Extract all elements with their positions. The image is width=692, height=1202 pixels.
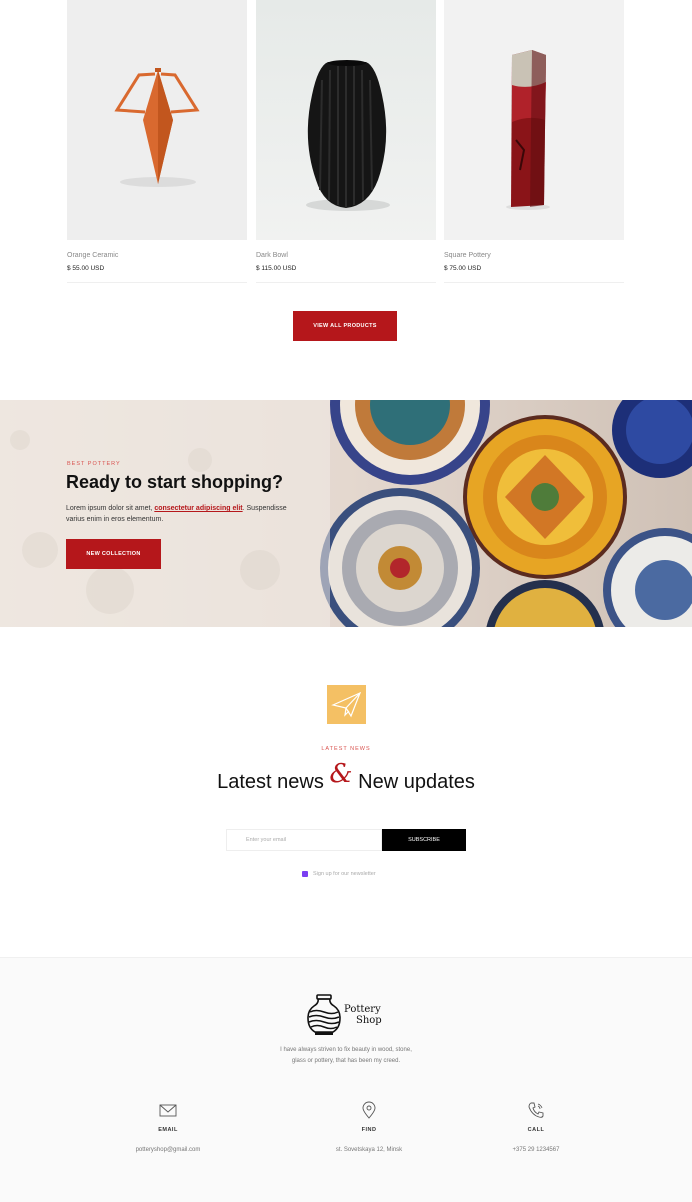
shopping-banner: BEST POTTERY Ready to start shopping? Lo…: [0, 400, 692, 627]
logo-text[interactable]: Pottery Shop: [344, 1004, 382, 1026]
envelope-icon: [159, 1104, 177, 1117]
footer: Pottery Shop I have always striven to fi…: [0, 957, 692, 1202]
banner-eyebrow: BEST POTTERY: [67, 461, 121, 467]
newsletter-section: LATEST NEWS Latest news & New updates En…: [0, 627, 692, 957]
tagline-line: glass or pottery, that has been my creed…: [291, 1058, 401, 1064]
product-name[interactable]: Square Pottery: [444, 252, 491, 259]
email-link[interactable]: potteryshop@gmail.com: [108, 1147, 228, 1153]
contact-title: FIND: [361, 1127, 377, 1133]
address-link[interactable]: st. Sovetskaya 12, Minsk: [309, 1147, 429, 1153]
divider: [256, 282, 436, 283]
view-all-products-button[interactable]: VIEW ALL PRODUCTS: [293, 311, 397, 341]
contact-title: CALL: [527, 1127, 545, 1133]
product-card[interactable]: Dark Bowl $ 115.00 USD: [256, 0, 436, 283]
map-pin-icon: [362, 1101, 376, 1119]
contact-find: FIND st. Sovetskaya 12, Minsk: [309, 1101, 429, 1153]
new-collection-button[interactable]: NEW COLLECTION: [66, 539, 161, 569]
ampersand: &: [329, 759, 353, 789]
news-heading: Latest news & New updates: [0, 759, 692, 795]
subscribe-button[interactable]: SUBSCRIBE: [382, 829, 466, 851]
phone-icon: [528, 1102, 544, 1118]
product-card[interactable]: Orange Ceramic $ 55.00 USD: [67, 0, 247, 283]
product-price: $ 75.00 USD: [444, 265, 482, 272]
logo-line: Pottery: [344, 1004, 381, 1015]
divider: [444, 282, 624, 283]
product-name[interactable]: Dark Bowl: [256, 252, 288, 259]
newsletter-checkbox-label[interactable]: Sign up for our newsletter: [313, 871, 376, 877]
product-image[interactable]: [256, 0, 436, 240]
paper-plane-icon: [327, 685, 366, 724]
contact-title: EMAIL: [158, 1127, 178, 1133]
news-heading-text: Latest news: [217, 771, 330, 793]
product-card[interactable]: Square Pottery $ 75.00 USD: [444, 0, 624, 283]
logo-line: Shop: [356, 1015, 382, 1026]
phone-link[interactable]: +375 29 1234567: [476, 1147, 596, 1153]
contact-call: CALL +375 29 1234567: [476, 1101, 596, 1153]
product-image[interactable]: [444, 0, 624, 240]
vase-logo-icon[interactable]: [306, 994, 342, 1036]
product-price: $ 115.00 USD: [256, 265, 297, 272]
product-image[interactable]: [67, 0, 247, 240]
product-name[interactable]: Orange Ceramic: [67, 252, 118, 259]
banner-title: Ready to start shopping?: [66, 472, 284, 492]
product-price: $ 55.00 USD: [67, 265, 105, 272]
tagline-line: I have always striven to fix beauty in w…: [280, 1047, 412, 1053]
footer-tagline: I have always striven to fix beauty in w…: [0, 1045, 692, 1067]
email-input[interactable]: Enter your email: [226, 829, 382, 851]
contact-email: EMAIL potteryshop@gmail.com: [108, 1101, 228, 1153]
banner-desc-link[interactable]: consectetur adipiscing elit: [154, 505, 242, 512]
banner-description: Lorem ipsum dolor sit amet, consectetur …: [66, 503, 306, 525]
newsletter-checkbox[interactable]: [302, 871, 308, 877]
banner-desc-text: Lorem ipsum dolor sit amet,: [66, 505, 155, 512]
news-eyebrow: LATEST NEWS: [321, 746, 371, 752]
products-section: Orange Ceramic $ 55.00 USD Dark Bowl $ 1…: [0, 0, 692, 400]
news-heading-text: New updates: [352, 771, 475, 793]
divider: [67, 282, 247, 283]
